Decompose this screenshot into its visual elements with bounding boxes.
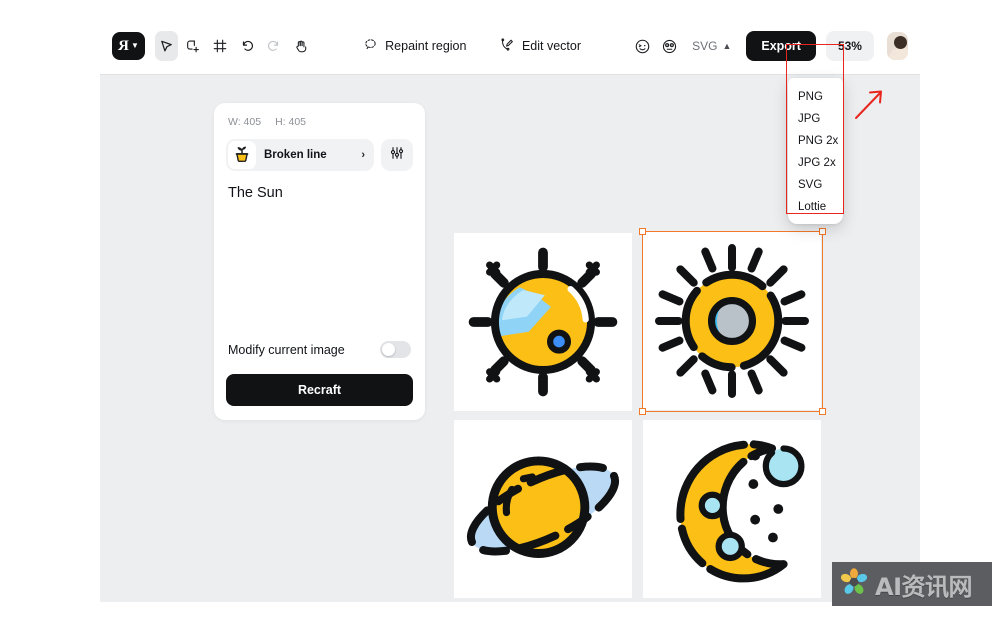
annotation-red-arrow [852, 86, 888, 127]
cursor-icon [159, 39, 174, 54]
image-tile-saturn[interactable] [454, 420, 632, 598]
redo-button[interactable] [263, 31, 286, 61]
export-format-dropdown[interactable]: PNG JPG PNG 2x JPG 2x SVG Lottie [788, 78, 843, 224]
format-option-jpg[interactable]: JPG [788, 108, 843, 130]
format-option-lottie[interactable]: Lottie [788, 196, 843, 218]
style-row: Broken line › [226, 139, 413, 171]
add-shape-icon [185, 38, 201, 54]
app-window: R ▼ Repaint region Edit vector SVG ▲ Exp… [100, 18, 920, 602]
add-shape-tool-button[interactable] [182, 31, 205, 61]
select-tool-button[interactable] [155, 31, 178, 61]
winking-face-icon [634, 38, 651, 55]
repaint-region-label: Repaint region [385, 39, 467, 53]
chevron-down-icon: ▼ [130, 41, 139, 50]
style-name-label: Broken line [264, 149, 327, 161]
toggle-knob [382, 343, 395, 356]
potted-plant-icon [231, 142, 253, 169]
prompt-text[interactable]: The Sun [226, 185, 413, 201]
format-option-svg[interactable]: SVG [788, 174, 843, 196]
edit-vector-icon [500, 37, 515, 55]
winking-face-button[interactable] [632, 31, 655, 61]
style-selector-button[interactable]: Broken line › [226, 139, 374, 171]
zoom-level-badge[interactable]: 53% [825, 31, 874, 61]
logo-mark: R [118, 37, 129, 54]
recraft-button[interactable]: Recraft [226, 374, 413, 406]
format-option-png-2x[interactable]: PNG 2x [788, 130, 843, 152]
toolbar: R ▼ Repaint region Edit vector SVG ▲ Exp… [100, 18, 920, 74]
export-format-value: SVG [692, 39, 718, 53]
sliders-icon [389, 145, 405, 166]
format-option-png[interactable]: PNG [788, 86, 843, 108]
repaint-region-icon [363, 37, 378, 55]
redo-icon [266, 38, 282, 54]
surprised-face-icon [661, 38, 678, 55]
app-logo-button[interactable]: R ▼ [112, 32, 146, 60]
generation-panel: W: 405 H: 405 Broken line › The Sun Modi… [214, 103, 425, 420]
watermark-text: AI资讯网 [875, 572, 973, 601]
frame-icon [212, 38, 228, 54]
undo-icon [239, 38, 255, 54]
modify-current-image-toggle[interactable] [380, 341, 411, 358]
edit-vector-button[interactable]: Edit vector [493, 32, 588, 60]
image-tile-moon[interactable] [643, 420, 821, 598]
avatar-body [888, 48, 908, 60]
hand-tool-button[interactable] [290, 31, 313, 61]
watermark-flower-icon [839, 567, 869, 602]
edit-vector-label: Edit vector [521, 39, 582, 53]
dimensions-row: W: 405 H: 405 [226, 116, 413, 128]
style-thumbnail [228, 141, 256, 169]
image-tile-sun-eclipse[interactable] [454, 233, 632, 411]
undo-button[interactable] [236, 31, 259, 61]
modify-current-image-row: Modify current image [226, 341, 413, 358]
width-label: W: 405 [228, 116, 262, 128]
avatar-face [893, 36, 907, 49]
export-format-select[interactable]: SVG ▲ [681, 33, 742, 59]
chevron-right-icon: › [361, 149, 365, 161]
format-option-jpg-2x[interactable]: JPG 2x [788, 152, 843, 174]
watermark: AI资讯网 [832, 562, 992, 606]
frame-tool-button[interactable] [209, 31, 232, 61]
height-label: H: 405 [275, 116, 307, 128]
export-button[interactable]: Export [746, 31, 816, 61]
surprised-face-button[interactable] [659, 31, 682, 61]
chevron-up-icon: ▲ [722, 41, 732, 51]
hand-icon [293, 38, 309, 54]
modify-current-image-label: Modify current image [228, 342, 345, 357]
image-tile-sun-ring[interactable] [643, 232, 821, 410]
repaint-region-button[interactable]: Repaint region [356, 32, 473, 60]
avatar[interactable] [886, 32, 908, 60]
style-settings-button[interactable] [381, 139, 413, 171]
